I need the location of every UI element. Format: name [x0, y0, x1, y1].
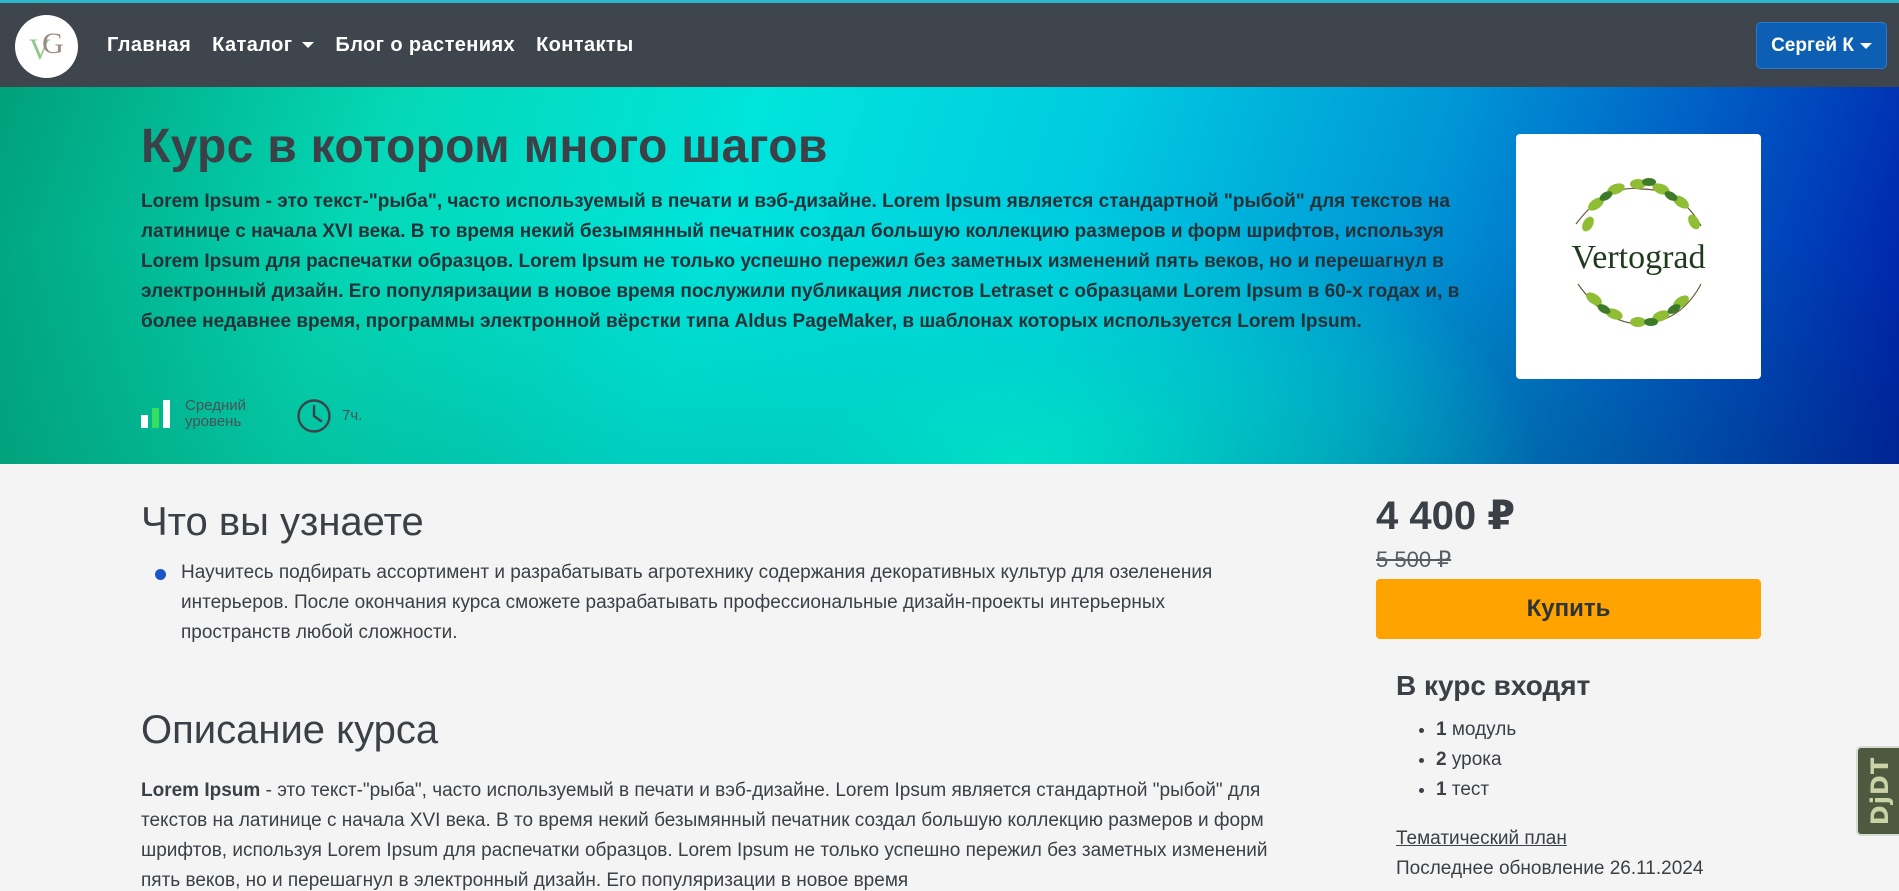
course-price: 4 400 ₽	[1376, 494, 1516, 538]
course-hero: Курс в котором много шагов Lorem Ipsum -…	[0, 87, 1899, 464]
course-old-price: 5 500 ₽	[1376, 547, 1452, 572]
level-bar-2	[152, 408, 159, 428]
level-bar-1	[141, 415, 148, 428]
includes-title: В курс входят	[1396, 670, 1591, 701]
learn-list: Научитесь подбирать ассортимент и разраб…	[155, 558, 1245, 648]
learn-item: Научитесь подбирать ассортимент и разраб…	[155, 558, 1245, 648]
chevron-down-icon	[1860, 42, 1872, 49]
course-short-description-bold: Lorem Ipsum	[141, 191, 261, 212]
svg-text:G: G	[42, 27, 64, 60]
course-description-bold: Lorem Ipsum	[141, 780, 261, 801]
includes-label: модуль	[1446, 719, 1517, 740]
course-image-text: Vertograd	[1571, 239, 1705, 276]
includes-count: 1	[1436, 719, 1447, 740]
course-level-line1: Средний	[185, 397, 246, 414]
course-level-line2: уровень	[185, 413, 242, 430]
level-bars-icon	[141, 400, 175, 428]
course-duration-value: 7ч.	[342, 407, 363, 424]
nav-link-catalog-label: Каталог	[212, 33, 293, 56]
includes-list: 1 модуль 2 урока 1 тест	[1436, 715, 1516, 805]
includes-item-tests: 1 тест	[1436, 775, 1516, 805]
nav-link-contacts[interactable]: Контакты	[536, 34, 634, 57]
navbar: V G Главная Каталог Блог о растениях Кон…	[0, 0, 1899, 87]
buy-button[interactable]: Купить	[1376, 579, 1761, 639]
course-level-text: Средний уровень	[185, 398, 246, 430]
course-short-description: Lorem Ipsum - это текст-"рыба", часто ис…	[141, 187, 1461, 337]
course-short-description-text: - это текст-"рыба", часто используемый в…	[141, 191, 1460, 332]
includes-item-modules: 1 модуль	[1436, 715, 1516, 745]
course-description: Lorem Ipsum - это текст-"рыба", часто ис…	[141, 776, 1291, 891]
vertograd-logo-icon: Vertograd	[1571, 178, 1706, 327]
clock-icon	[297, 399, 331, 433]
debug-toolbar-label: DjDT	[1866, 756, 1894, 826]
chevron-down-icon	[302, 42, 315, 48]
nav-link-blog[interactable]: Блог о растениях	[335, 34, 515, 57]
course-title: Курс в котором много шагов	[141, 120, 828, 173]
includes-count: 2	[1436, 749, 1447, 770]
course-duration: 7ч.	[296, 398, 362, 434]
user-menu-label: Сергей К	[1771, 34, 1854, 56]
learn-section-title: Что вы узнаете	[141, 500, 424, 544]
nav-links: Главная Каталог Блог о растениях Контакт…	[107, 3, 634, 87]
course-level: Средний уровень	[141, 398, 246, 430]
vg-logo-icon[interactable]: V G	[15, 15, 78, 78]
includes-label: тест	[1446, 779, 1490, 800]
thematic-plan-link[interactable]: Тематический план	[1396, 828, 1567, 850]
course-description-text: - это текст-"рыба", часто используемый в…	[141, 780, 1268, 891]
user-menu-button[interactable]: Сергей К	[1756, 22, 1887, 69]
includes-label: урока	[1446, 749, 1502, 770]
debug-toolbar-handle[interactable]: DjDT	[1856, 746, 1899, 836]
nav-link-home[interactable]: Главная	[107, 34, 191, 57]
nav-link-catalog[interactable]: Каталог	[212, 33, 315, 57]
course-image: Vertograd	[1516, 134, 1761, 379]
description-section-title: Описание курса	[141, 708, 439, 752]
includes-item-lessons: 2 урока	[1436, 745, 1516, 775]
last-updated: Последнее обновление 26.11.2024	[1396, 858, 1704, 879]
level-bar-3	[163, 400, 170, 428]
includes-count: 1	[1436, 779, 1447, 800]
